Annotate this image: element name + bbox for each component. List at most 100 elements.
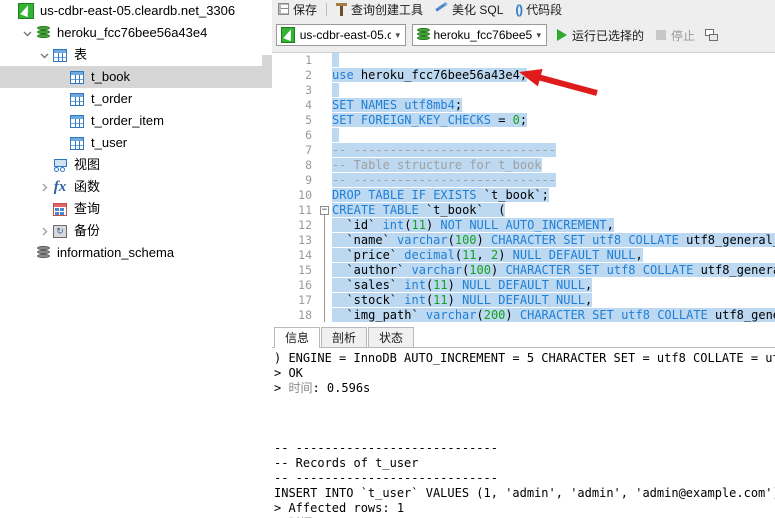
line-number: 18 xyxy=(298,308,312,322)
magic-wand-icon xyxy=(435,0,449,16)
tree-item-备份[interactable]: ↻ 备份 xyxy=(0,220,272,242)
beautify-sql-button[interactable]: 美化 SQL xyxy=(429,0,509,18)
tree-item-t_book[interactable]: t_book xyxy=(0,66,272,88)
database-icon xyxy=(417,28,430,42)
query-icon xyxy=(51,200,69,218)
log-line: > Affected rows: 1 xyxy=(274,501,405,515)
line-number: 1 xyxy=(305,53,312,67)
line-number: 5 xyxy=(305,113,312,127)
run-selected-label: 运行已选择的 xyxy=(572,28,645,43)
tree-item-t_user[interactable]: t_user xyxy=(0,132,272,154)
table-icon xyxy=(68,134,86,152)
tree-item-label: 函数 xyxy=(74,179,101,194)
line-number: 7 xyxy=(305,143,312,157)
save-button[interactable]: 保存 xyxy=(272,0,323,18)
run-selected-button[interactable]: 运行已选择的 xyxy=(557,27,644,44)
editor-toolbar-secondary: us-cdbr-east-05.clea ▾ heroku_fcc76bee56… xyxy=(272,18,775,53)
query-builder-button[interactable]: 查询创建工具 xyxy=(330,0,429,18)
database-select[interactable]: heroku_fcc76bee56a ▾ xyxy=(412,24,547,46)
selected-text: SET NAMES utf8mb4; xyxy=(332,98,463,112)
tree-item-label: t_book xyxy=(91,69,131,84)
sql-code-area[interactable]: use heroku_fcc76bee56a43e4; SET NAMES ut… xyxy=(332,53,775,325)
view-icon xyxy=(51,156,69,174)
result-panel: 信息 剖析 状态 ) ENGINE = InnoDB AUTO_INCREMENT … xyxy=(272,326,775,518)
table-icon xyxy=(68,68,86,86)
app-window: us-cdbr-east-05.cleardb.net_3306 heroku_f… xyxy=(0,0,775,518)
tree-item-us-cdbr-east-05.cleardb.net_3306[interactable]: us-cdbr-east-05.cleardb.net_3306 xyxy=(0,0,272,22)
database-navigator-sidebar: us-cdbr-east-05.cleardb.net_3306 heroku_f… xyxy=(0,0,272,518)
connection-select[interactable]: us-cdbr-east-05.clea ▾ xyxy=(276,24,406,46)
selected-text xyxy=(332,128,340,142)
table-folder-icon xyxy=(51,46,69,64)
sql-line: SET FOREIGN_KEY_CHECKS = 0; xyxy=(332,113,775,128)
tree-item-表[interactable]: 表 xyxy=(0,44,272,66)
table-icon xyxy=(68,112,86,130)
log-line: -- ---------------------------- xyxy=(274,441,498,455)
code-snippet-icon: () xyxy=(515,1,523,17)
query-builder-label: 查询创建工具 xyxy=(351,2,424,17)
tree-item-heroku_fcc76bee56a43e4[interactable]: heroku_fcc76bee56a43e4 xyxy=(0,22,272,44)
explain-plan-icon[interactable] xyxy=(705,29,719,41)
line-number: 3 xyxy=(305,83,312,97)
save-label: 保存 xyxy=(293,2,318,17)
tree-item-视图[interactable]: 视图 xyxy=(0,154,272,176)
tree-item-t_order_item[interactable]: t_order_item xyxy=(0,110,272,132)
backup-icon: ↻ xyxy=(51,222,69,240)
tree-item-label: 备份 xyxy=(74,223,101,238)
database-icon xyxy=(34,24,52,42)
sql-line: `author` varchar(100) CHARACTER SET utf8… xyxy=(332,263,775,278)
tree-item-information_schema[interactable]: information_schema xyxy=(0,242,272,264)
object-tree: us-cdbr-east-05.cleardb.net_3306 heroku_f… xyxy=(0,0,272,264)
message-log: ) ENGINE = InnoDB AUTO_INCREMENT = 5 CHA… xyxy=(272,348,775,518)
line-number: 6 xyxy=(305,128,312,142)
play-icon xyxy=(557,29,567,41)
selection-strip xyxy=(262,55,272,77)
line-number: 4 xyxy=(305,98,312,112)
tree-item-t_order[interactable]: t_order xyxy=(0,88,272,110)
selected-text: SET FOREIGN_KEY_CHECKS = 0; xyxy=(332,113,528,127)
sql-line: use heroku_fcc76bee56a43e4; xyxy=(332,68,775,83)
selected-text xyxy=(332,53,340,67)
selected-text xyxy=(332,83,340,97)
selected-text: `author` varchar(100) CHARACTER SET utf8… xyxy=(332,263,775,277)
sql-line: SET NAMES utf8mb4; xyxy=(332,98,775,113)
tab-状态[interactable]: 状态 xyxy=(368,327,415,347)
database-gray-icon xyxy=(34,244,52,262)
line-number: 2 xyxy=(305,68,312,82)
sql-line xyxy=(332,83,775,98)
chevron-down-icon: ▾ xyxy=(536,29,541,40)
chevron-down-icon[interactable] xyxy=(20,22,34,44)
snippet-button[interactable]: () 代码段 xyxy=(509,0,568,18)
tab-信息[interactable]: 信息 xyxy=(274,327,321,348)
fold-collapse-icon[interactable]: − xyxy=(320,206,329,215)
chevron-down-icon[interactable] xyxy=(37,44,51,66)
tree-item-label: information_schema xyxy=(57,245,175,260)
sql-editor[interactable]: 1 2 3 4 5 6 7 8 9 10 11 12 13 14 15 16 17 18 − use heroku… xyxy=(272,53,775,325)
tree-item-label: 视图 xyxy=(74,157,101,172)
line-number: 13 xyxy=(298,233,312,247)
sql-line: -- ---------------------------- xyxy=(332,173,775,188)
selected-text: -- ---------------------------- xyxy=(332,143,556,157)
code-fold-gutter[interactable]: − xyxy=(318,53,332,325)
sql-line xyxy=(332,53,775,68)
stop-button[interactable]: 停止 xyxy=(656,27,695,44)
line-number: 16 xyxy=(298,278,312,292)
tab-剖析[interactable]: 剖析 xyxy=(321,327,368,347)
tree-item-查询[interactable]: 查询 xyxy=(0,198,272,220)
tree-item-函数[interactable]: fx 函数 xyxy=(0,176,272,198)
connection-value: us-cdbr-east-05.clea xyxy=(299,28,392,42)
chevron-right-icon[interactable] xyxy=(37,176,51,198)
selected-text: use heroku_fcc76bee56a43e4; xyxy=(332,68,528,82)
line-number: 9 xyxy=(305,173,312,187)
line-number: 14 xyxy=(298,248,312,262)
sql-line: -- ---------------------------- xyxy=(332,143,775,158)
chevron-down-icon: ▾ xyxy=(395,29,400,40)
chevron-right-icon[interactable] xyxy=(37,220,51,242)
selected-text: DROP TABLE IF EXISTS `t_book`; xyxy=(332,188,549,202)
